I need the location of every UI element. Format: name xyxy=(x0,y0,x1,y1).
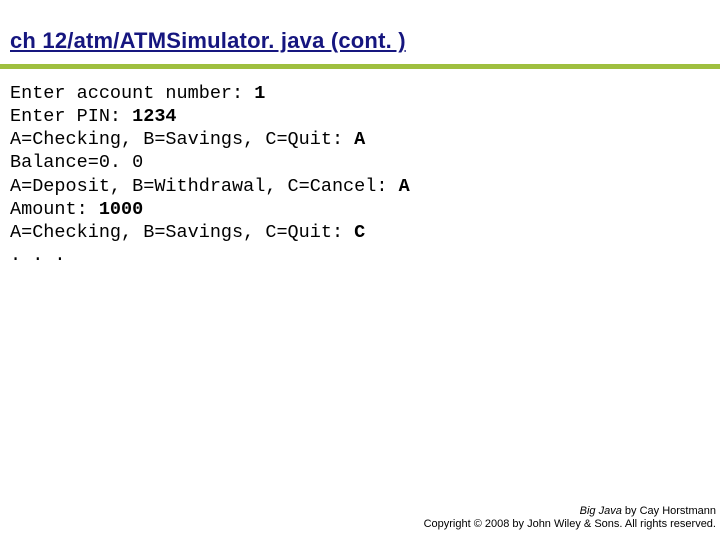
code-line-3-prompt: A=Checking, B=Savings, C=Quit: xyxy=(10,129,354,150)
code-line-5-input: A xyxy=(399,176,410,197)
code-line-6-prompt: Amount: xyxy=(10,199,99,220)
footer-book-title: Big Java xyxy=(580,505,622,517)
code-line-3-input: A xyxy=(354,129,365,150)
title-underline-rule xyxy=(0,64,720,69)
code-line-8: . . . xyxy=(10,245,66,266)
code-line-2-prompt: Enter PIN: xyxy=(10,106,132,127)
code-line-1-prompt: Enter account number: xyxy=(10,83,254,104)
code-output: Enter account number: 1 Enter PIN: 1234 … xyxy=(10,82,410,267)
footer-copyright: Copyright © 2008 by John Wiley & Sons. A… xyxy=(424,518,716,532)
code-line-6-input: 1000 xyxy=(99,199,143,220)
slide-title: ch 12/atm/ATMSimulator. java (cont. ) xyxy=(10,28,406,54)
code-line-5-prompt: A=Deposit, B=Withdrawal, C=Cancel: xyxy=(10,176,399,197)
code-line-4: Balance=0. 0 xyxy=(10,152,143,173)
slide-footer: Big Java by Cay Horstmann Copyright © 20… xyxy=(424,505,716,533)
code-line-7-prompt: A=Checking, B=Savings, C=Quit: xyxy=(10,222,354,243)
code-line-7-input: C xyxy=(354,222,365,243)
code-line-2-input: 1234 xyxy=(132,106,176,127)
footer-line-1: Big Java by Cay Horstmann xyxy=(424,505,716,519)
code-line-1-input: 1 xyxy=(254,83,265,104)
footer-byline: by Cay Horstmann xyxy=(622,505,716,517)
slide: ch 12/atm/ATMSimulator. java (cont. ) En… xyxy=(0,0,720,540)
